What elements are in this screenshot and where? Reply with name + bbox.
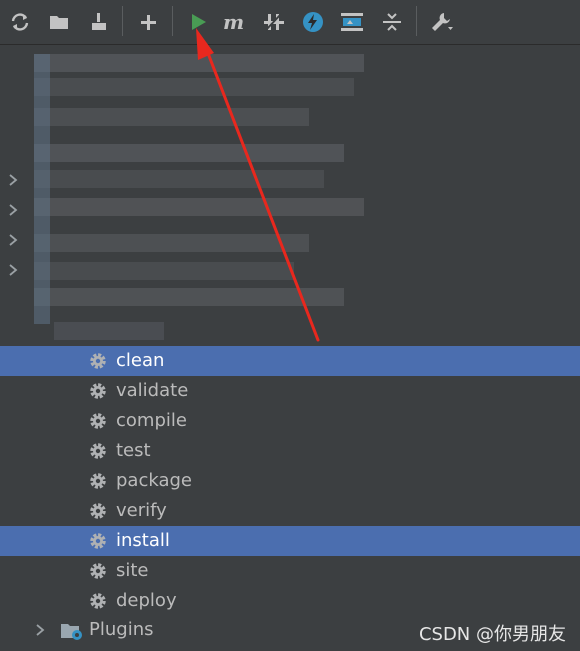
- lifecycle-item-deploy[interactable]: deploy: [0, 586, 580, 616]
- lifecycle-item-label: compile: [116, 410, 187, 431]
- lifecycle-item-site[interactable]: site: [0, 556, 580, 586]
- download-icon[interactable]: [86, 9, 112, 35]
- chevron-right-icon[interactable]: [7, 234, 19, 246]
- plugins-folder-icon: [61, 624, 82, 640]
- lifecycle-item-install[interactable]: install: [0, 526, 580, 556]
- gear-icon: [90, 533, 106, 549]
- folder-icon[interactable]: [46, 9, 72, 35]
- lifecycle-item-package[interactable]: package: [0, 466, 580, 496]
- gear-icon: [90, 503, 106, 519]
- collapse-all-icon[interactable]: [379, 9, 405, 35]
- maven-toolbar: m: [0, 0, 580, 45]
- gear-icon: [90, 413, 106, 429]
- gear-icon: [90, 443, 106, 459]
- watermark-text: CSDN @你男朋友: [418, 624, 566, 645]
- lifecycle-item-label: deploy: [116, 590, 177, 611]
- gear-icon: [90, 593, 106, 609]
- lifecycle-item-label: site: [116, 560, 149, 581]
- gear-icon: [90, 383, 106, 399]
- chevron-right-icon[interactable]: [7, 204, 19, 216]
- lifecycle-item-compile[interactable]: compile: [0, 406, 580, 436]
- show-dependencies-icon[interactable]: [339, 9, 365, 35]
- chevron-right-icon[interactable]: [7, 264, 19, 276]
- lifecycle-item-label: package: [116, 470, 192, 491]
- refresh-icon[interactable]: [7, 9, 33, 35]
- obscured-tree-content: [34, 48, 384, 348]
- lifecycle-item-label: test: [116, 440, 151, 461]
- lifecycle-item-validate[interactable]: validate: [0, 376, 580, 406]
- toggle-offline-icon[interactable]: [261, 9, 287, 35]
- gear-icon: [90, 563, 106, 579]
- maven-goal-icon[interactable]: m: [222, 9, 248, 35]
- chevron-right-icon[interactable]: [34, 624, 46, 636]
- gear-icon: [90, 353, 106, 369]
- run-icon[interactable]: [185, 9, 211, 35]
- gear-icon: [90, 473, 106, 489]
- add-icon[interactable]: [135, 9, 161, 35]
- svg-text:m: m: [223, 11, 244, 33]
- lifecycle-item-label: clean: [116, 350, 165, 371]
- lifecycle-item-label: verify: [116, 500, 167, 521]
- lifecycle-item-verify[interactable]: verify: [0, 496, 580, 526]
- lifecycle-item-label: install: [116, 530, 170, 551]
- lifecycle-item-label: validate: [116, 380, 189, 401]
- lifecycle-item-test[interactable]: test: [0, 436, 580, 466]
- lifecycle-item-clean[interactable]: clean: [0, 346, 580, 376]
- skip-tests-icon[interactable]: [300, 9, 326, 35]
- settings-wrench-icon[interactable]: [429, 9, 455, 35]
- tree-node-label: Plugins: [89, 619, 154, 640]
- chevron-right-icon[interactable]: [7, 174, 19, 186]
